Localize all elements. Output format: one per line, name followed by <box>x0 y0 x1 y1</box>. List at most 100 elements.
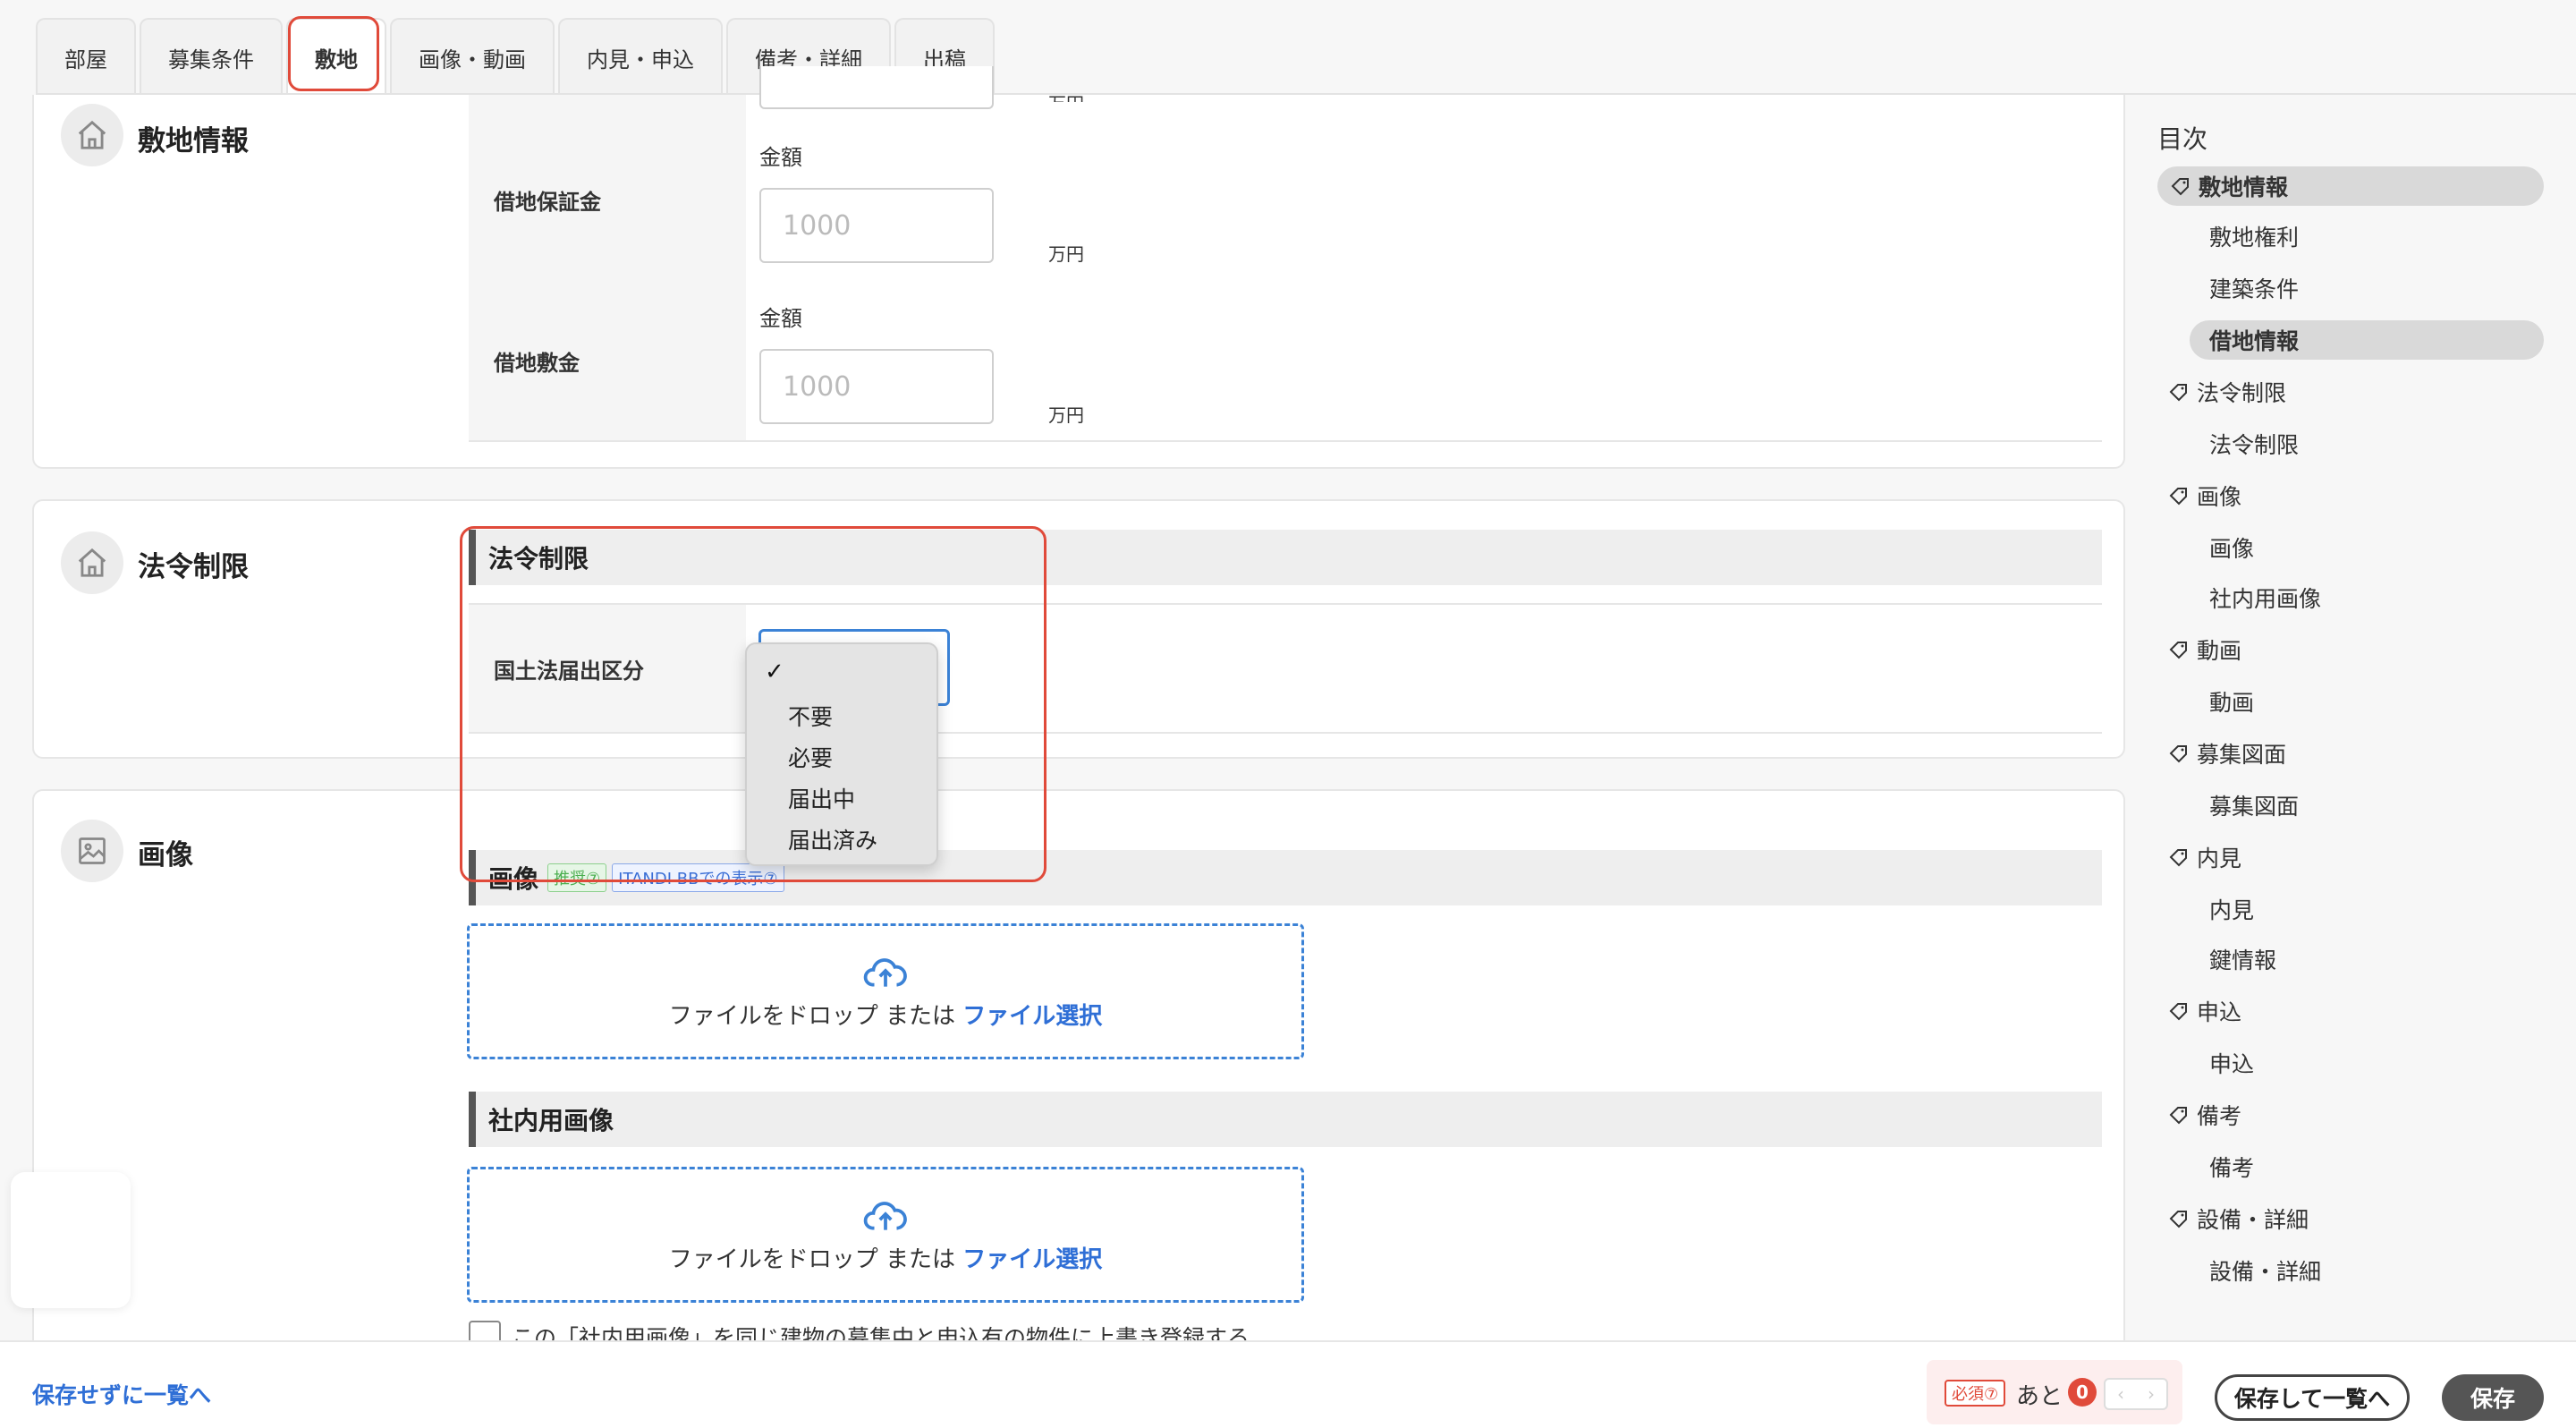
lease-deposit-input[interactable]: 1000 <box>759 188 994 263</box>
tag-icon <box>2169 1003 2187 1021</box>
tab-image-video[interactable]: 画像・動画 <box>390 18 555 95</box>
toc-item[interactable]: 備考 <box>2209 1147 2254 1186</box>
drop-instruction: ファイルをドロップ または ファイル選択 <box>668 1245 1103 1273</box>
previous-amount-input[interactable] <box>759 66 994 109</box>
tag-icon <box>2169 1107 2187 1125</box>
tag-icon <box>2169 745 2187 763</box>
toc-item-label: 画像 <box>2197 484 2242 510</box>
field-label: 借地保証金 <box>494 190 601 215</box>
tab-recruit-conditions[interactable]: 募集条件 <box>140 18 283 95</box>
toc-item[interactable]: 備考 <box>2168 1095 2241 1135</box>
upload-cloud-icon <box>863 957 907 987</box>
toc-item-label: 動画 <box>2209 690 2255 716</box>
image-icon <box>61 820 123 882</box>
save-button[interactable]: 保存 <box>2442 1374 2544 1421</box>
toc-item-label: 敷地権利 <box>2209 225 2300 251</box>
toc-item[interactable]: 申込 <box>2209 1043 2254 1083</box>
toc-item[interactable]: 募集図面 <box>2168 734 2286 773</box>
subsection-header: 社内用画像 <box>469 1092 2102 1147</box>
unit-label: 万円 <box>1048 404 1084 426</box>
toc-item[interactable]: 法令制限 <box>2168 372 2286 412</box>
home-icon <box>61 531 123 594</box>
toc-item-label: 法令制限 <box>2209 432 2300 458</box>
toc-item[interactable]: 敷地権利 <box>2209 217 2299 256</box>
required-remaining-box: 必須⑦ あと 0 ‹ › <box>1927 1360 2182 1424</box>
law-highlight-box <box>460 526 1046 882</box>
remaining-count: 0 <box>2068 1378 2097 1407</box>
divider <box>469 440 2102 442</box>
site-info-card: 敷地情報 万円 借地保証金 金額 1000 万円 借地敷金 金額 1000 万円 <box>32 66 2125 469</box>
toc-item[interactable]: 鍵情報 <box>2209 939 2276 979</box>
toc-item-label: 建築条件 <box>2209 276 2300 302</box>
overwrite-checkbox-label: この「社内用画像」を同じ建物の募集中と申込有の物件に上書き登録する <box>512 1325 1250 1340</box>
chevron-right-icon[interactable]: › <box>2148 1383 2155 1405</box>
field-label-column <box>469 95 746 442</box>
tag-icon <box>2169 488 2187 506</box>
toc-item-label: 募集図面 <box>2209 794 2300 820</box>
toc-item[interactable]: 募集図面 <box>2209 786 2299 825</box>
file-select-link[interactable]: ファイル選択 <box>962 1246 1102 1273</box>
home-icon <box>61 104 123 166</box>
sub-label: 金額 <box>759 145 802 170</box>
tag-icon <box>2169 384 2187 402</box>
toc-item[interactable]: 内見 <box>2209 889 2254 929</box>
toc-item[interactable]: 画像 <box>2209 528 2254 567</box>
file-select-link[interactable]: ファイル選択 <box>962 1003 1102 1030</box>
toc-item[interactable]: 設備・詳細 <box>2209 1251 2321 1290</box>
lease-security-input[interactable]: 1000 <box>759 349 994 424</box>
tab-room[interactable]: 部屋 <box>36 18 136 95</box>
toc-item-label: 申込 <box>2197 999 2242 1025</box>
toc-item[interactable]: 借地情報 <box>2190 320 2544 360</box>
unit-label: 万円 <box>1048 89 1084 102</box>
upload-cloud-icon <box>863 1201 907 1230</box>
required-pager: ‹ › <box>2104 1378 2168 1410</box>
tag-icon <box>2169 849 2187 867</box>
toc-item-label: 借地情報 <box>2209 328 2300 354</box>
toc-item-label: 備考 <box>2197 1103 2242 1129</box>
unit-label: 万円 <box>1048 243 1084 265</box>
tag-icon <box>2169 1211 2187 1228</box>
toc-item[interactable]: 法令制限 <box>2209 424 2299 463</box>
image-drop-zone[interactable]: ファイルをドロップ または ファイル選択 <box>467 923 1304 1059</box>
tab-viewing-application[interactable]: 内見・申込 <box>558 18 723 95</box>
footer-bar <box>0 1340 2576 1428</box>
toc-item[interactable]: 申込 <box>2168 991 2241 1031</box>
remaining-label: あと <box>2016 1383 2063 1410</box>
required-badge[interactable]: 必須⑦ <box>1945 1380 2006 1407</box>
internal-image-drop-zone[interactable]: ファイルをドロップ または ファイル選択 <box>467 1167 1304 1303</box>
floating-panel <box>11 1172 131 1308</box>
sub-label: 金額 <box>759 306 802 331</box>
toc-item[interactable]: 敷地情報 <box>2157 166 2544 206</box>
toc-item-label: 敷地情報 <box>2199 174 2289 200</box>
toc-item-label: 画像 <box>2209 536 2255 562</box>
toc-item-label: 設備・詳細 <box>2209 1259 2322 1285</box>
toc-item-label: 法令制限 <box>2197 380 2287 406</box>
toc-item-label: 鍵情報 <box>2209 948 2277 973</box>
active-tab-highlight <box>288 16 379 91</box>
toc-item[interactable]: 動画 <box>2168 630 2241 669</box>
toc-item[interactable]: 内見 <box>2168 837 2241 877</box>
save-and-list-button[interactable]: 保存して一覧へ <box>2215 1374 2410 1421</box>
section-title: 法令制限 <box>138 551 249 583</box>
toc-item[interactable]: 動画 <box>2209 682 2254 721</box>
toc-item[interactable]: 社内用画像 <box>2209 578 2321 617</box>
toc-item-label: 動画 <box>2197 638 2242 664</box>
tag-icon <box>2169 642 2187 659</box>
section-title: 画像 <box>138 839 193 871</box>
section-title: 敷地情報 <box>138 125 249 157</box>
drop-instruction: ファイルをドロップ または ファイル選択 <box>668 1002 1103 1030</box>
toc-item-label: 内見 <box>2209 897 2255 923</box>
tag-icon <box>2171 178 2189 196</box>
toc-item-label: 備考 <box>2209 1155 2255 1181</box>
toc-item-label: 社内用画像 <box>2209 586 2322 612</box>
field-label: 借地敷金 <box>494 351 580 376</box>
toc-item[interactable]: 建築条件 <box>2209 268 2299 308</box>
toc-item[interactable]: 設備・詳細 <box>2168 1199 2309 1238</box>
toc-item-label: 内見 <box>2197 846 2242 871</box>
back-without-save-link[interactable]: 保存せずに一覧へ <box>32 1378 211 1410</box>
chevron-left-icon[interactable]: ‹ <box>2117 1383 2124 1405</box>
toc-item[interactable]: 画像 <box>2168 476 2241 515</box>
law-card: 法令制限 法令制限 国土法届出区分 <box>32 499 2125 759</box>
toc-item-label: 申込 <box>2209 1051 2255 1077</box>
toc-title: 目次 <box>2157 124 2208 154</box>
